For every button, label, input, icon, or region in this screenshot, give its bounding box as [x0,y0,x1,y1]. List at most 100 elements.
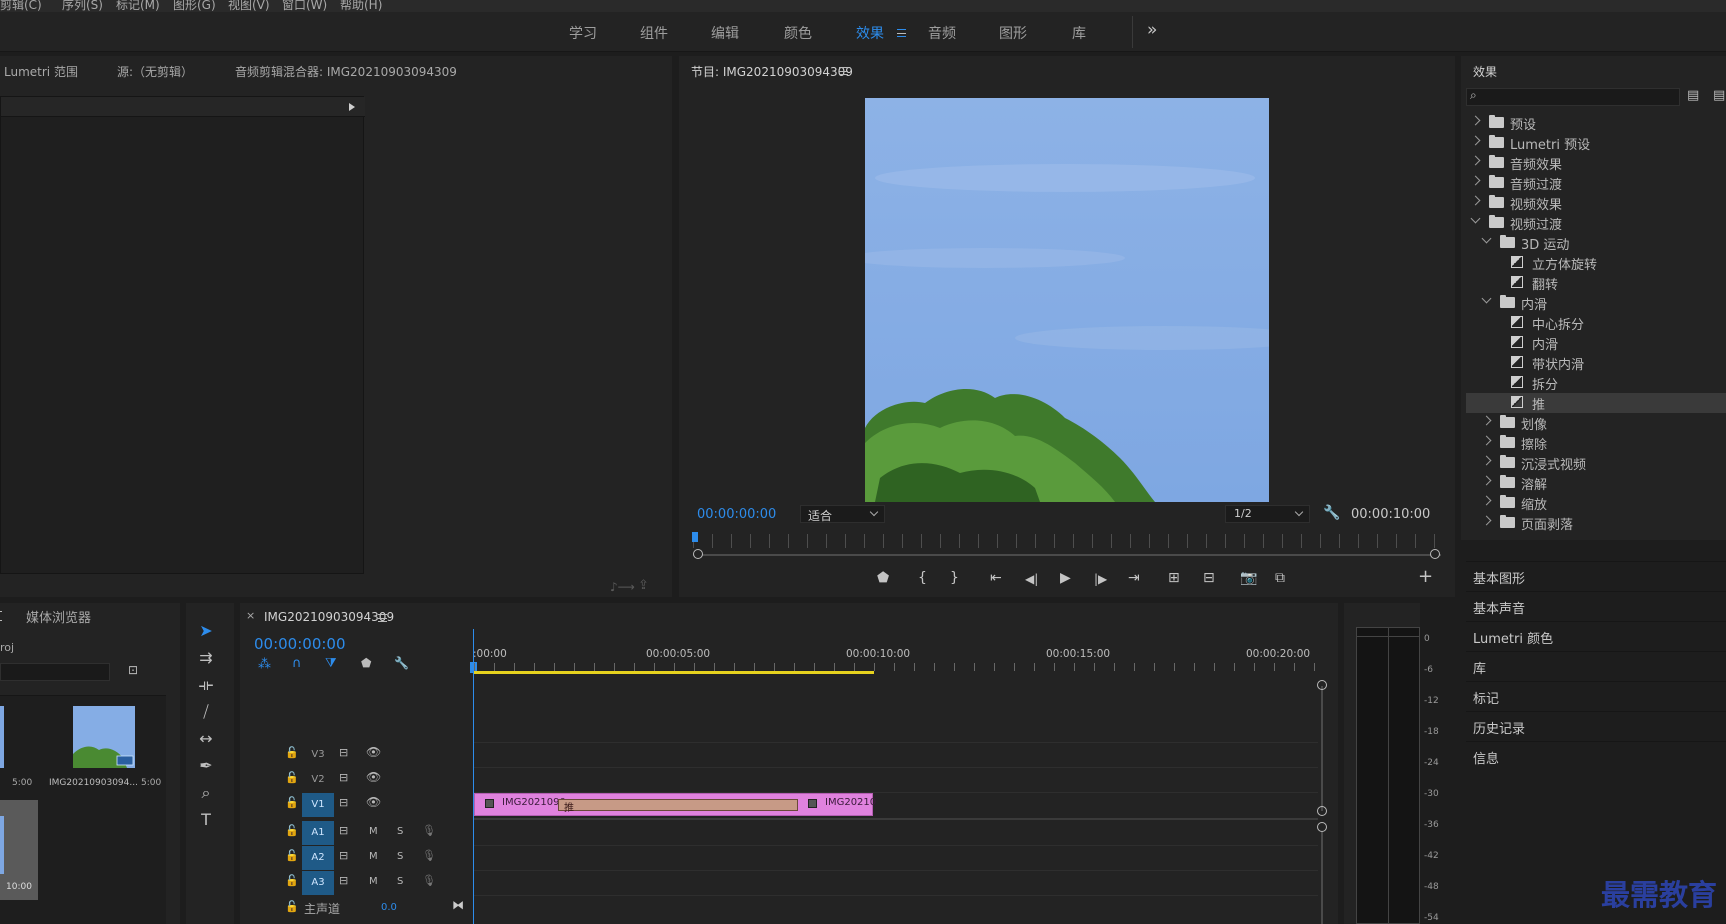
vscroll-handle-audio[interactable] [1317,822,1327,832]
effects-tree-item[interactable]: 缩放 [1466,493,1726,513]
panel-history[interactable]: 历史记录 [1466,711,1726,739]
chevron-right-icon[interactable] [1481,455,1492,466]
effects-tree-item[interactable]: 划像 [1466,413,1726,433]
effects-tree-item[interactable]: 推 [1466,393,1726,413]
effects-tree-item[interactable]: 带状内滑 [1466,353,1726,373]
export-icon[interactable]: ⇪ [638,578,649,593]
timeline-vscroll-video[interactable] [1321,686,1323,811]
timeline-clip-v1[interactable]: IMG2021090 推 IMG20210 [474,793,876,816]
extract-icon[interactable]: ⊟ [1203,570,1215,586]
lift-icon[interactable]: ⊞ [1168,570,1180,586]
panel-essential-graphics[interactable]: 基本图形 [1466,561,1726,589]
chevron-right-icon[interactable] [1481,415,1492,426]
chevron-down-icon[interactable] [1470,213,1481,224]
chevron-right-icon[interactable] [1470,175,1481,186]
vscroll-handle-bottom[interactable] [1317,806,1327,816]
effects-tree-item[interactable]: 溶解 [1466,473,1726,493]
mute-button[interactable]: M [369,876,378,887]
program-current-timecode[interactable]: 00:00:00:00 [697,507,776,522]
find-icon[interactable]: ⊡ [128,663,138,677]
master-go-icon[interactable]: ⧓ [452,898,464,912]
step-forward-icon[interactable]: |▶ [1094,572,1107,586]
program-title[interactable]: 节目: IMG20210903094309 [691,63,853,80]
go-to-in-icon[interactable]: ⇤ [990,570,1002,586]
new-bin-icon[interactable]: ▤ [1687,88,1699,103]
effects-tree-item[interactable]: 3D 运动 [1466,233,1726,253]
chevron-right-icon[interactable] [1470,115,1481,126]
workspace-learn[interactable]: 学习 [569,23,597,43]
go-to-out-icon[interactable]: ⇥ [1128,570,1140,586]
track-label[interactable]: V3 [302,743,334,767]
zoom-handle-right[interactable] [1430,549,1440,559]
program-menu-icon[interactable] [839,67,848,75]
eye-icon[interactable]: 👁 [366,795,381,809]
tab-audio-clip-mixer[interactable]: 音频剪辑混合器: IMG20210903094309 [235,63,457,80]
lock-icon[interactable]: 🔓 [285,796,299,809]
workspace-color[interactable]: 颜色 [784,23,812,43]
eye-icon[interactable]: 👁 [366,770,381,784]
effects-tree-item[interactable]: Lumetri 预设 [1466,133,1726,153]
timeline-settings-icon[interactable]: 🔧 [394,656,409,670]
zoom-handle-left[interactable] [693,549,703,559]
effects-tree-item[interactable]: 立方体旋转 [1466,253,1726,273]
workspace-assembly[interactable]: 组件 [640,23,668,43]
sync-lock-icon[interactable]: ⊟ [339,824,348,837]
panel-markers[interactable]: 标记 [1466,681,1726,709]
effects-tree-item[interactable]: 页面剥落 [1466,513,1726,533]
project-menu-icon[interactable] [0,611,2,621]
workspace-menu-icon[interactable] [897,29,906,37]
menu-sequence[interactable]: 序列(S) [62,0,103,12]
workspace-overflow-icon[interactable]: » [1147,20,1157,40]
track-label[interactable]: A2 [302,846,334,870]
effects-tree-item[interactable]: 擦除 [1466,433,1726,453]
linked-selection-icon[interactable]: ⧩ [325,656,337,671]
effects-tree-item[interactable]: 内滑 [1466,293,1726,313]
voiceover-icon[interactable]: 🎙 [422,849,436,862]
track-select-icon[interactable]: ⇉ [194,647,218,669]
panel-lumetri-color[interactable]: Lumetri 颜色 [1466,621,1726,649]
wrench-icon[interactable]: 🔧 [1323,505,1340,521]
sync-lock-icon[interactable]: ⊟ [339,796,348,809]
menu-view[interactable]: 视图(V) [228,0,270,12]
effects-tree-item[interactable]: 中心拆分 [1466,313,1726,333]
program-zoom-bar[interactable] [693,554,1441,556]
track-label[interactable]: A1 [302,821,334,845]
slip-tool-icon[interactable]: ↔ [194,728,218,750]
pen-tool-icon[interactable]: ✒ [194,755,218,777]
export-frame-icon[interactable]: 📷 [1240,570,1257,586]
menu-marker[interactable]: 标记(M) [116,0,160,12]
lock-icon[interactable]: 🔓 [285,849,299,862]
insert-icon[interactable]: ♪⟶ [610,580,635,594]
track-label[interactable]: A3 [302,871,334,895]
chevron-right-icon[interactable] [1470,155,1481,166]
project-item-3[interactable]: 10:00 [0,800,38,900]
solo-button[interactable]: S [397,876,403,887]
menu-graphics[interactable]: 图形(G) [173,0,216,12]
ripple-edit-icon[interactable]: ⟛ [194,674,218,696]
mark-out-icon[interactable]: } [950,570,959,586]
effects-tree-item[interactable]: 内滑 [1466,333,1726,353]
add-marker-icon[interactable]: ⬟ [877,570,889,586]
effects-tree-item[interactable]: 拆分 [1466,373,1726,393]
chevron-down-icon[interactable] [1481,233,1492,244]
sequence-menu-icon[interactable] [378,614,387,622]
voiceover-icon[interactable]: 🎙 [422,874,436,887]
fit-dropdown[interactable]: 适合 [800,505,885,523]
snap-icon[interactable]: ∩ [292,656,302,671]
add-marker-icon[interactable]: ⬟ [361,656,371,670]
play-icon[interactable]: ▶ [1060,570,1071,586]
effects-tree-item[interactable]: 视频效果 [1466,193,1726,213]
effects-tree-item[interactable]: 音频过渡 [1466,173,1726,193]
effects-tree-item[interactable]: 预设 [1466,113,1726,133]
project-search-input[interactable] [0,663,110,681]
lock-icon[interactable]: 🔓 [285,746,299,759]
sync-lock-icon[interactable]: ⊟ [339,771,348,784]
timeline-vscroll-audio[interactable] [1321,832,1323,924]
mute-button[interactable]: M [369,851,378,862]
sequence-tab[interactable]: IMG20210903094309 [264,610,394,624]
work-area-bar[interactable] [474,671,874,674]
workspace-libraries[interactable]: 库 [1072,23,1086,43]
tab-media-browser[interactable]: 媒体浏览器 [26,607,91,626]
master-volume[interactable]: 0.0 [381,902,397,913]
razor-icon[interactable]: ⧸ [194,701,218,723]
